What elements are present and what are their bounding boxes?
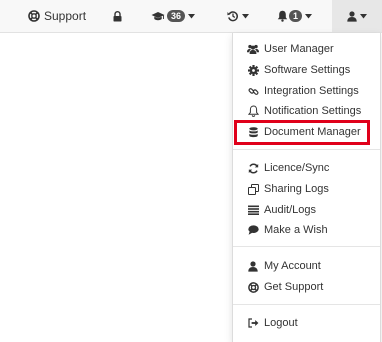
menu-item-label: My Account [264,260,321,272]
menu-item-label: Get Support [264,281,324,293]
users-icon [247,43,259,55]
menu-item-label: Integration Settings [264,85,359,97]
menu-divider [233,149,380,150]
menu-item-make-a-wish[interactable]: Make a Wish [233,220,380,240]
comment-icon [247,224,259,236]
bell-outline-icon [247,105,259,117]
menu-item-my-account[interactable]: My Account [233,256,380,276]
menu-item-integration-settings[interactable]: Integration Settings [233,81,380,101]
user-dropdown-menu: User Manager Software Settings Integrati… [232,33,381,342]
menu-item-label: Logout [264,317,298,329]
menu-item-label: Make a Wish [264,224,328,236]
nav-support-label: Support [44,9,87,23]
lock-icon [113,10,122,22]
menu-item-licence-sync[interactable]: Licence/Sync [233,158,380,178]
copy-icon [247,183,259,195]
menu-item-label: Software Settings [264,64,351,76]
bell-icon [277,10,288,22]
notifications-count-badge: 1 [289,10,303,22]
menu-item-label: Licence/Sync [264,162,330,174]
sign-out-icon [247,317,259,329]
nav-notifications-dropdown[interactable]: 1 [277,0,313,32]
menu-item-label: Notification Settings [264,105,362,117]
menu-item-user-manager[interactable]: User Manager [233,39,380,59]
refresh-icon [247,162,259,174]
nav-lock-button[interactable] [113,0,122,32]
history-icon [227,10,239,22]
menu-item-label: User Manager [264,43,334,55]
menu-item-label: Audit/Logs [264,204,316,216]
user-icon [247,260,259,272]
courses-count-badge: 36 [167,10,186,22]
chevron-down-icon [305,13,313,19]
menu-item-notification-settings[interactable]: Notification Settings [233,101,380,121]
user-icon [347,10,357,22]
nav-user-dropdown[interactable] [332,0,382,32]
document-manager-highlight [234,120,370,145]
link-icon [247,85,259,97]
menu-item-sharing-logs[interactable]: Sharing Logs [233,179,380,199]
nav-support-link[interactable]: Support [28,0,86,32]
top-navbar: Support 36 1 [0,0,382,33]
menu-item-label: Sharing Logs [264,183,329,195]
menu-item-audit-logs[interactable]: Audit/Logs [233,200,380,220]
list-icon [247,204,259,216]
gear-icon [247,64,259,76]
support-icon [247,281,259,293]
graduation-cap-icon [151,11,165,22]
menu-divider [233,304,380,305]
nav-courses-dropdown[interactable]: 36 [151,0,196,32]
menu-item-logout[interactable]: Logout [233,313,380,333]
menu-divider [233,246,380,247]
support-icon [28,10,40,22]
menu-item-get-support[interactable]: Get Support [233,277,380,297]
nav-history-dropdown[interactable] [227,0,249,32]
chevron-down-icon [242,13,249,19]
menu-item-software-settings[interactable]: Software Settings [233,60,380,80]
chevron-down-icon [188,13,196,19]
chevron-down-icon [360,13,367,19]
